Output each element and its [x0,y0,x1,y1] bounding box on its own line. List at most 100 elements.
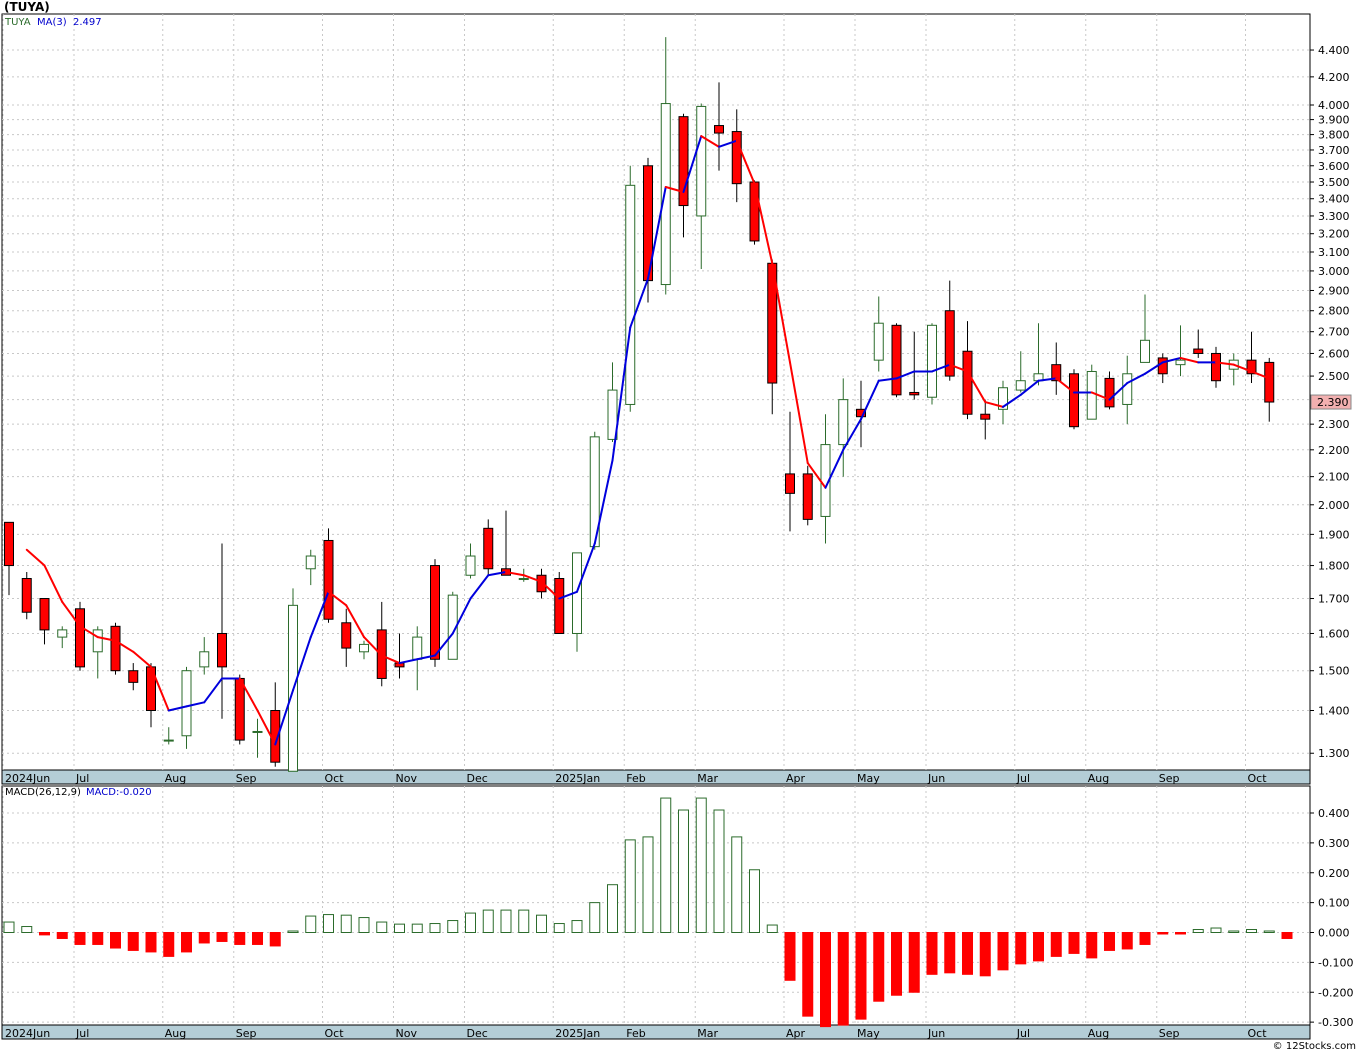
macd-bar [536,914,547,933]
candle-body [1211,352,1221,382]
macd-x-tick-label: 2025Jan [555,1027,600,1040]
macd-y-tick-label: -0.200 [1318,986,1353,999]
candle-body [483,527,494,570]
macd-bar [944,932,956,974]
macd-x-tick-label: 2024Jun [5,1027,50,1040]
macd-y-tick-label: 0.000 [1318,927,1350,940]
candle-body [909,391,920,396]
macd-bar [127,932,139,951]
price-x-tick-label: Apr [786,772,806,785]
price-y-tick-label: 2.300 [1318,418,1350,431]
candle-body [625,184,636,405]
macd-bar [962,932,973,975]
macd-x-tick-label: Oct [1248,1027,1268,1040]
candle-body [217,632,227,668]
price-y-tick-label: 2.000 [1318,499,1350,512]
price-x-tick-label: May [857,772,880,785]
macd-bar [465,912,476,933]
candle-body [92,629,103,653]
price-y-tick-label: 3.100 [1318,246,1350,259]
macd-bar [784,932,796,981]
price-y-tick-label: 3.300 [1318,210,1350,223]
macd-bar [1121,932,1133,950]
macd-bar [749,869,760,934]
macd-bar [908,932,920,993]
macd-bar [340,914,352,933]
macd-bar [376,921,388,934]
macd-bar [1033,932,1044,962]
macd-bar [553,923,565,933]
candle-body [1175,359,1186,366]
macd-bar [21,926,33,934]
macd-x-tick-label: Nov [396,1027,418,1040]
price-x-tick-label: Nov [396,772,418,785]
candle-body [518,578,529,581]
macd-bar [447,920,459,933]
candle-body [554,578,565,634]
macd-bar [1192,929,1204,934]
macd-bar [1281,932,1293,939]
macd-x-tick-label: Aug [165,1027,186,1040]
price-y-tick-label: 4.200 [1318,71,1350,84]
price-y-tick-label: 2.100 [1318,471,1350,484]
candle-body [412,636,423,660]
price-x-tick-label: Aug [165,772,186,785]
price-x-tick-label: 2025Jan [555,772,600,785]
candle-body [838,399,849,446]
price-y-tick-label: 2.800 [1318,305,1350,318]
price-y-tick-label: 1.700 [1318,593,1350,606]
price-legend-ma-value: 2.497 [73,17,102,28]
macd-bar [1086,932,1098,959]
price-y-tick-label: 1.800 [1318,560,1350,573]
macd-panel [1,785,1311,1026]
candle-body [891,324,902,396]
candle-body [962,350,973,415]
candle-body [465,555,476,576]
macd-x-tick-label: Jul [1016,1027,1030,1040]
macd-y-tick-label: -0.100 [1318,956,1353,969]
macd-bar [678,809,689,934]
price-x-tick-label: Oct [325,772,345,785]
macd-bar [110,932,121,949]
macd-bar [926,932,938,975]
candle-body [980,413,991,420]
macd-bar [642,836,654,934]
candle-body [660,103,671,286]
price-y-tick-label: 2.500 [1318,370,1350,383]
candle-body [785,473,795,494]
price-y-tick-label: 1.900 [1318,528,1350,541]
candle-body [39,598,50,631]
price-x-tick-label: Jul [75,772,89,785]
macd-bar [979,932,991,977]
macd-bar [198,932,210,944]
candle-body [199,651,210,668]
macd-bar [802,932,814,1017]
macd-bar [624,839,636,934]
macd-bar [660,797,672,933]
candle-body [252,730,263,733]
price-y-tick-label: 3.000 [1318,265,1350,278]
macd-bar [1050,932,1062,957]
candle-body [1193,348,1204,354]
macd-x-tick-label: Apr [786,1027,806,1040]
candle-body [714,125,724,134]
macd-bar [607,884,618,934]
price-y-tick-label: 3.200 [1318,228,1350,241]
candle-body [1086,370,1097,420]
price-y-tick-label: 3.800 [1318,129,1350,142]
price-x-axis-bar [1,769,1311,785]
price-legend-ma-label: MA(3) [37,17,67,28]
macd-bar [3,921,15,934]
macd-x-tick-label: Aug [1088,1027,1109,1040]
macd-bar [1139,932,1151,945]
macd-bar [145,932,157,953]
macd-bar [482,909,494,933]
macd-bar [74,932,86,945]
macd-bar [269,932,281,947]
macd-x-tick-label: Jun [927,1027,945,1040]
price-y-tick-label: 3.900 [1318,114,1350,127]
chart-canvas: 2024Jun 2024Jun Jul Jul Aug Aug Sep Sep Oct Oct No… [1,13,1353,1040]
candle-body [1122,373,1133,405]
price-y-tick-label: 1.500 [1318,665,1350,678]
macd-x-tick-label: Dec [467,1027,488,1040]
